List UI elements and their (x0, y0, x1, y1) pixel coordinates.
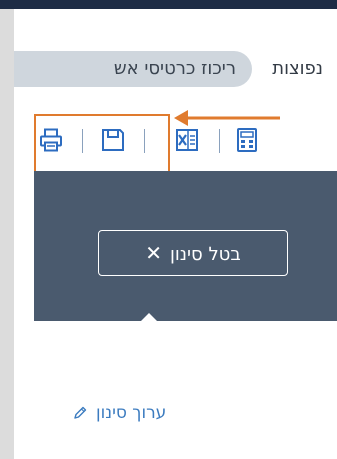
save-icon[interactable] (100, 127, 126, 153)
annotation-arrow (174, 110, 280, 126)
toolbar-separator (82, 129, 83, 153)
left-gutter (0, 9, 14, 459)
edit-filter-link[interactable]: ערוך סינון (72, 401, 166, 425)
toolbar-separator (144, 129, 145, 153)
clear-filter-button[interactable]: בטל סינון ✕ (98, 230, 288, 276)
close-icon: ✕ (145, 241, 162, 265)
edit-filter-label: ערוך סינון (96, 403, 167, 423)
calculator-icon[interactable] (234, 127, 260, 153)
pencil-icon (74, 406, 87, 419)
printer-icon[interactable] (38, 127, 64, 153)
report-pane: ריכוז כרטיסי אש נפוצות בטל סינון✕ ערוך ס… (14, 9, 337, 459)
app-header-bar (0, 0, 337, 9)
tab-common[interactable]: נפוצות (272, 52, 323, 86)
toolbar-separator (219, 129, 220, 153)
clear-filter-label: בטל סינון (170, 244, 241, 265)
filter-panel: בטל סינון ✕ (34, 171, 337, 321)
excel-icon[interactable] (174, 127, 200, 153)
tab-active[interactable]: ריכוז כרטיסי אש (14, 51, 252, 87)
tab-active-label: ריכוז כרטיסי אש (113, 58, 236, 79)
panel-pointer (141, 313, 157, 321)
